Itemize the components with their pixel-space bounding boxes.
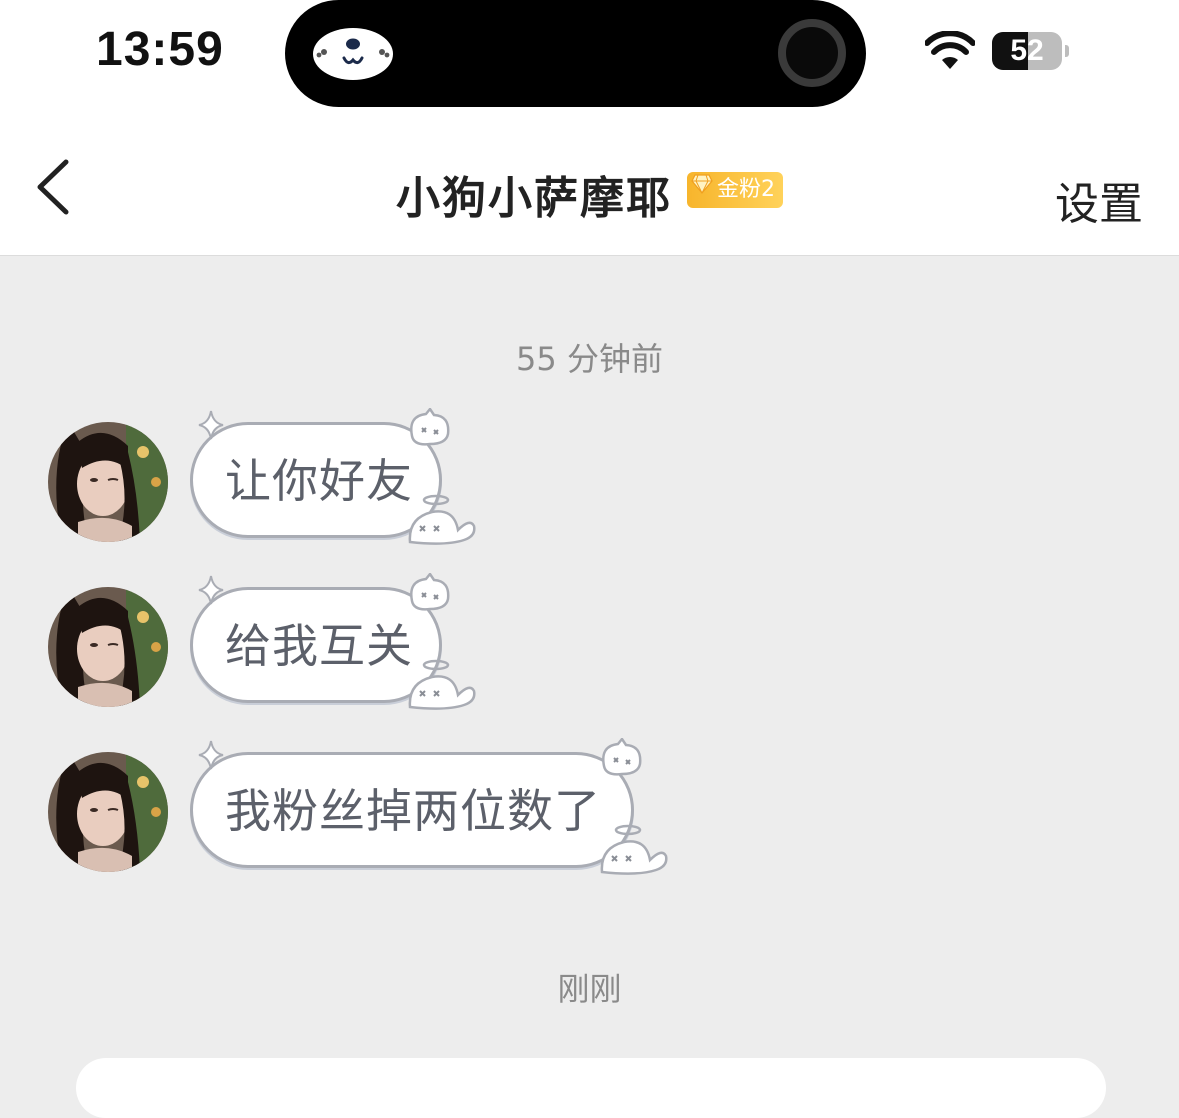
message-text: 我粉丝掉两位数了	[225, 784, 601, 838]
camera-icon	[778, 19, 846, 87]
sleeping-ghost-icon	[406, 492, 478, 550]
status-time: 13:59	[96, 23, 224, 76]
message-bubble[interactable]: 我粉丝掉两位数了	[190, 752, 634, 868]
sparkle-icon	[198, 575, 224, 609]
sparkle-icon	[198, 740, 224, 774]
fan-badge-label: 金粉2	[717, 177, 776, 202]
message-text: 让你好友	[225, 454, 413, 508]
message-bubble[interactable]: 让你好友	[190, 422, 442, 538]
avatar[interactable]	[48, 752, 168, 872]
wifi-icon	[924, 30, 976, 73]
dynamic-island	[285, 0, 866, 107]
message-timestamp: 刚刚	[557, 970, 622, 1008]
diamond-icon	[691, 170, 713, 206]
status-bar: 13:59 52	[0, 0, 1179, 110]
battery-icon: 52	[992, 32, 1069, 70]
ghost-icon	[406, 406, 452, 452]
battery-level: 52	[1010, 34, 1044, 67]
sleeping-ghost-icon	[598, 822, 670, 880]
avatar[interactable]	[48, 422, 168, 542]
settings-button[interactable]: 设置	[1055, 168, 1143, 232]
avatar[interactable]	[48, 587, 168, 707]
ghost-icon	[406, 571, 452, 617]
message-bubble[interactable]: 给我互关	[190, 587, 442, 703]
chat-title[interactable]: 小狗小萨摩耶	[396, 162, 672, 226]
fan-level-badge: 金粉2	[687, 170, 784, 208]
message-text: 给我互关	[225, 619, 413, 673]
seal-mascot-icon	[311, 22, 395, 86]
sleeping-ghost-icon	[406, 657, 478, 715]
ghost-icon	[598, 736, 644, 782]
sparkle-icon	[198, 410, 224, 444]
message-input[interactable]	[76, 1058, 1106, 1118]
nav-bar: 小狗小萨摩耶 金粉2 设置	[0, 110, 1179, 256]
message-timestamp: 55 分钟前	[516, 340, 663, 378]
